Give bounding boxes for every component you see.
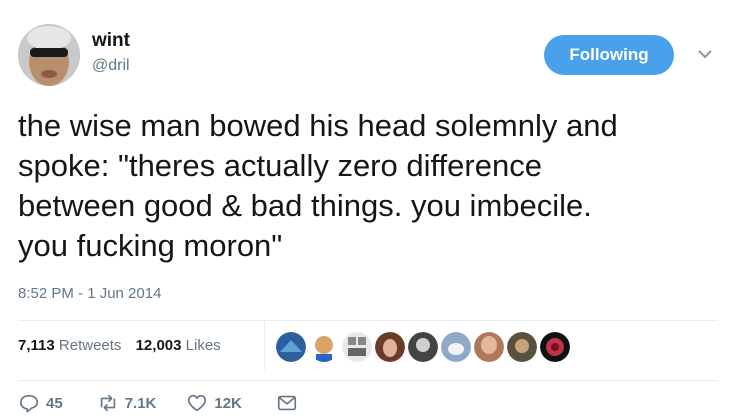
tweet-text: the wise man bowed his head solemnly and… <box>18 108 618 263</box>
retweets-stat[interactable]: 7,113 Retweets <box>18 337 126 354</box>
likes-stat[interactable]: 12,003 Likes <box>136 337 221 354</box>
divider <box>18 320 718 321</box>
liker-avatar[interactable] <box>309 332 339 362</box>
heart-icon <box>188 394 207 412</box>
reply-button[interactable]: 45 <box>18 392 63 414</box>
tweet-actions: 45 7.1K 12K <box>18 392 304 414</box>
liker-avatar[interactable] <box>276 332 306 362</box>
following-button[interactable]: Following <box>544 35 674 75</box>
author-avatar[interactable] <box>18 24 80 86</box>
avatar-image <box>18 24 80 86</box>
retweet-count: 7.1K <box>124 394 157 412</box>
direct-message-button[interactable] <box>276 392 304 414</box>
tweet-timestamp[interactable]: 8:52 PM - 1 Jun 2014 <box>18 285 161 302</box>
tweet-stats: 7,113 Retweets 12,003 Likes <box>18 337 231 354</box>
liker-avatar[interactable] <box>408 332 438 362</box>
reply-count: 45 <box>46 394 63 412</box>
envelope-icon <box>277 395 296 411</box>
retweet-button[interactable]: 7.1K <box>97 392 157 414</box>
liker-avatar[interactable] <box>441 332 471 362</box>
likes-label: Likes <box>185 337 221 354</box>
liker-avatar[interactable] <box>540 332 570 362</box>
retweets-count: 7,113 <box>18 337 55 354</box>
author-handle[interactable]: @dril <box>92 57 130 75</box>
liker-avatars <box>276 332 573 362</box>
author-name[interactable]: wint <box>92 30 130 52</box>
like-button[interactable]: 12K <box>186 392 242 414</box>
retweets-label: Retweets <box>58 337 122 354</box>
like-count: 12K <box>214 394 242 412</box>
liker-avatar[interactable] <box>342 332 372 362</box>
reply-icon <box>19 394 39 413</box>
divider <box>18 380 718 381</box>
likes-count: 12,003 <box>135 337 182 354</box>
liker-avatar[interactable] <box>375 332 405 362</box>
retweet-icon <box>100 394 115 412</box>
liker-avatar[interactable] <box>474 332 504 362</box>
stats-separator <box>264 322 265 370</box>
liker-avatar[interactable] <box>507 332 537 362</box>
chevron-down-icon[interactable] <box>696 47 714 61</box>
